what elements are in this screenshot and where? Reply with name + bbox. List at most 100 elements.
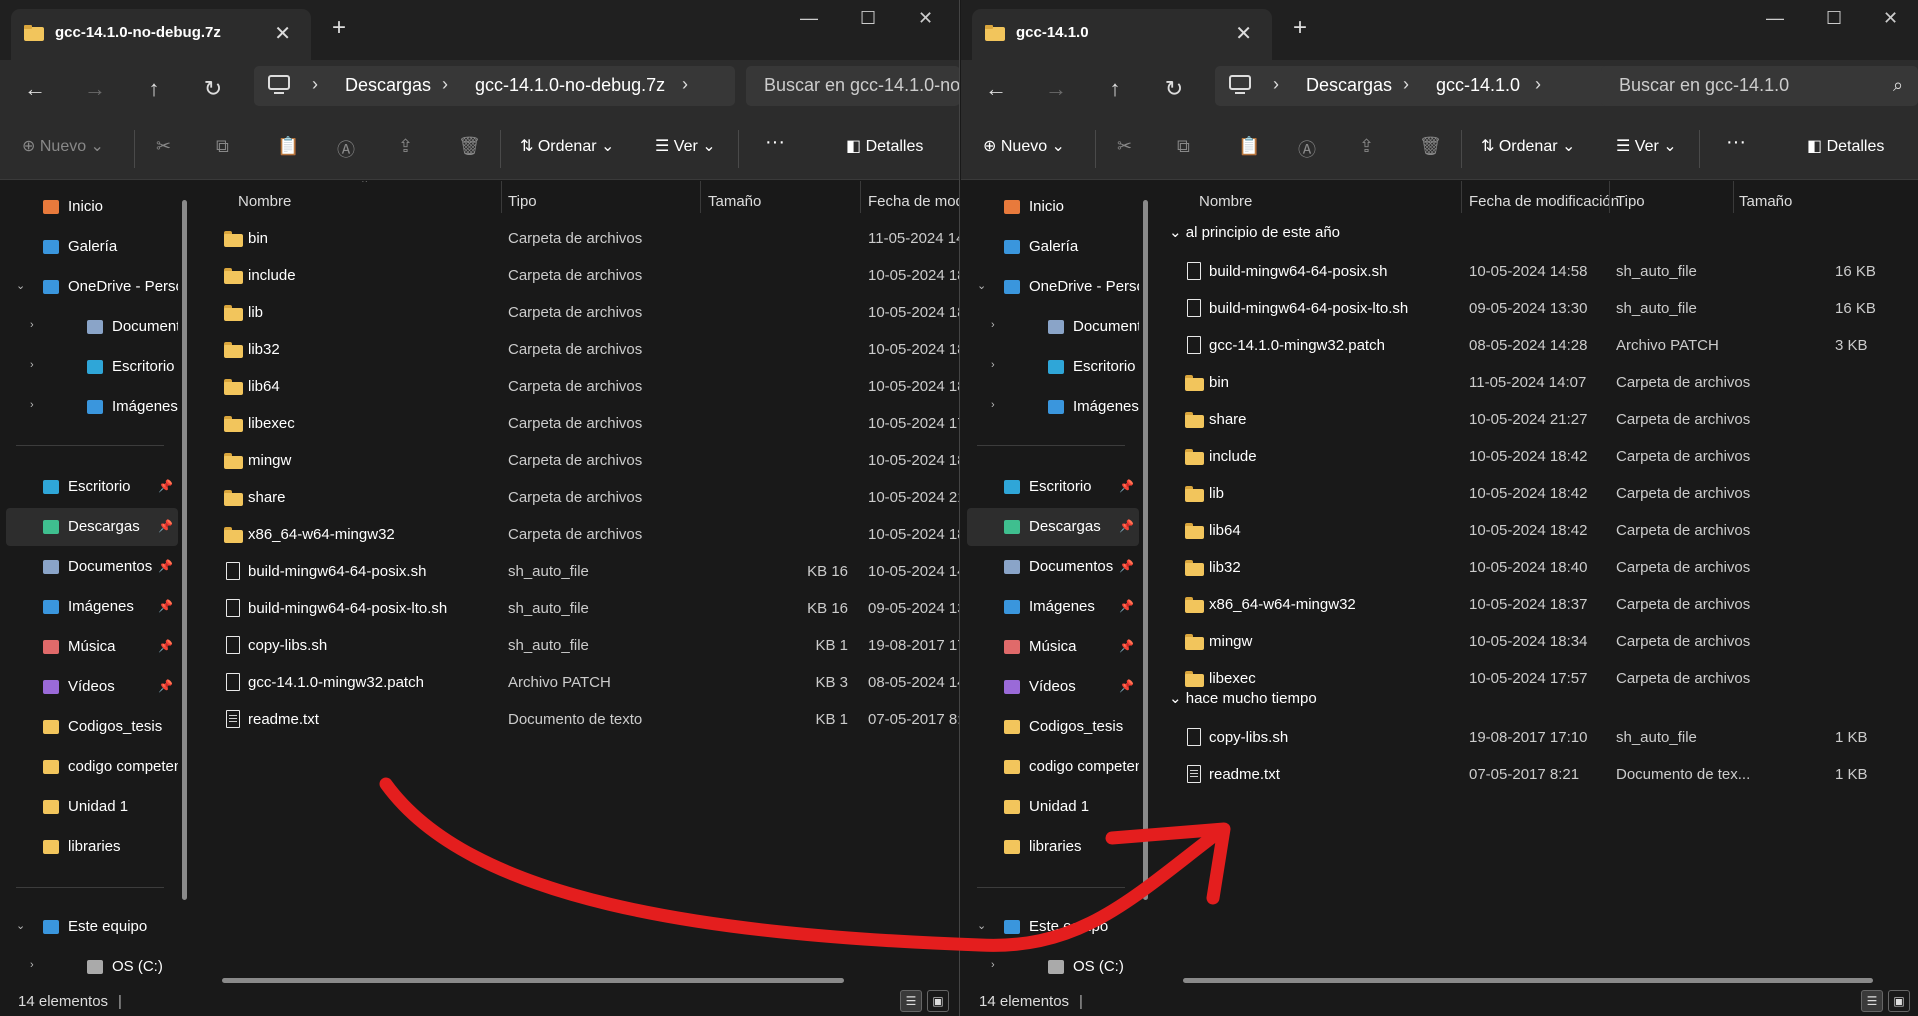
paste-icon[interactable]: 📋 bbox=[1238, 136, 1260, 157]
tab-active[interactable]: gcc-14.1.0 ✕ bbox=[972, 9, 1272, 60]
sidebar-item[interactable]: › OS (C:) bbox=[0, 948, 178, 986]
chevron-right-icon[interactable]: › bbox=[682, 74, 688, 95]
column-header-type[interactable]: Tipo bbox=[1616, 193, 1645, 210]
minimize-button[interactable]: — bbox=[1766, 8, 1784, 29]
sidebar-item[interactable]: codigo competencia bbox=[961, 748, 1139, 786]
table-row[interactable]: bin Carpeta de archivos 11-05-2024 14:07 bbox=[198, 221, 959, 257]
table-row[interactable]: bin 11-05-2024 14:07 Carpeta de archivos bbox=[1159, 365, 1918, 401]
chevron-right-icon[interactable]: › bbox=[991, 959, 995, 971]
table-row[interactable]: libexec Carpeta de archivos 10-05-2024 17:… bbox=[198, 406, 959, 442]
sidebar-item[interactable]: › Escritorio bbox=[0, 348, 178, 386]
sidebar-item[interactable]: Galería bbox=[0, 228, 178, 266]
cut-icon[interactable]: ✂ bbox=[1117, 136, 1132, 157]
sidebar-item[interactable]: › Imágenes bbox=[961, 388, 1139, 426]
maximize-button[interactable]: ☐ bbox=[860, 8, 876, 29]
sidebar-item[interactable]: Inicio bbox=[961, 188, 1139, 226]
table-row[interactable]: copy-libs.sh 19-08-2017 17:10 sh_auto_file… bbox=[1159, 720, 1918, 756]
breadcrumb-item[interactable]: Descargas bbox=[345, 75, 431, 96]
scrollbar-vertical[interactable] bbox=[1143, 200, 1148, 900]
search-input[interactable]: Buscar en gcc-14.1.0-no-debug.7z bbox=[746, 66, 959, 106]
close-tab-icon[interactable]: ✕ bbox=[274, 21, 291, 46]
minimize-button[interactable]: — bbox=[800, 8, 818, 29]
table-row[interactable]: include Carpeta de archivos 10-05-2024 18:… bbox=[198, 258, 959, 294]
close-tab-icon[interactable]: ✕ bbox=[1235, 21, 1252, 46]
group-header[interactable]: ⌄ al principio de este año bbox=[1169, 223, 1340, 241]
copy-icon[interactable]: ⧉ bbox=[216, 136, 229, 157]
table-row[interactable]: mingw Carpeta de archivos 10-05-2024 18:34 bbox=[198, 443, 959, 479]
sidebar-item[interactable]: Descargas 📌 bbox=[967, 508, 1139, 546]
table-row[interactable]: readme.txt 07-05-2017 8:21 Documento de te… bbox=[1159, 757, 1918, 793]
tiles-view-icon[interactable]: ▣ bbox=[1888, 990, 1910, 1012]
up-icon[interactable]: ↑ bbox=[1098, 72, 1132, 106]
sidebar-item[interactable]: Codigos_tesis bbox=[961, 708, 1139, 746]
table-row[interactable]: build-mingw64-64-posix.sh 10-05-2024 14:5… bbox=[1159, 254, 1918, 290]
sidebar-item[interactable]: Inicio bbox=[0, 188, 178, 226]
table-row[interactable]: build-mingw64-64-posix.sh sh_auto_file 16 … bbox=[198, 554, 959, 590]
sidebar-item[interactable]: Escritorio 📌 bbox=[961, 468, 1139, 506]
sidebar-item[interactable]: › Imágenes bbox=[0, 388, 178, 426]
column-header-name[interactable]: Nombre bbox=[238, 193, 291, 210]
chevron-right-icon[interactable]: › bbox=[991, 319, 995, 331]
sidebar-item[interactable]: Música 📌 bbox=[0, 628, 178, 666]
chevron-right-icon[interactable]: › bbox=[30, 399, 34, 411]
back-icon[interactable]: ← bbox=[979, 72, 1013, 106]
refresh-icon[interactable]: ↻ bbox=[196, 72, 230, 106]
column-header-size[interactable]: Tamaño bbox=[1739, 193, 1792, 210]
chevron-down-icon[interactable]: ⌄ bbox=[977, 279, 986, 292]
breadcrumb-item[interactable]: gcc-14.1.0 bbox=[1436, 75, 1520, 96]
refresh-icon[interactable]: ↻ bbox=[1157, 72, 1191, 106]
back-icon[interactable]: ← bbox=[18, 72, 52, 106]
sidebar-item[interactable]: Documentos 📌 bbox=[0, 548, 178, 586]
more-options-icon[interactable]: ··· bbox=[765, 131, 785, 154]
sidebar-item[interactable]: Unidad 1 bbox=[961, 788, 1139, 826]
forward-icon[interactable]: → bbox=[1039, 72, 1073, 106]
view-button[interactable]: ☰ Ver ⌄ bbox=[1616, 136, 1677, 156]
new-tab-button[interactable]: + bbox=[332, 14, 346, 42]
forward-icon[interactable]: → bbox=[78, 72, 112, 106]
table-row[interactable]: build-mingw64-64-posix-lto.sh sh_auto_fil… bbox=[198, 591, 959, 627]
delete-icon[interactable]: 🗑 bbox=[458, 136, 481, 157]
chevron-right-icon[interactable]: › bbox=[30, 959, 34, 971]
share-icon[interactable]: ⇪ bbox=[1359, 136, 1374, 157]
table-row[interactable]: libexec 10-05-2024 17:57 Carpeta de archiv… bbox=[1159, 661, 1918, 697]
table-row[interactable]: lib32 Carpeta de archivos 10-05-2024 18:40 bbox=[198, 332, 959, 368]
table-row[interactable]: readme.txt Documento de texto 1 KB 07-05-20… bbox=[198, 702, 959, 738]
details-button[interactable]: ◧ Detalles bbox=[846, 136, 923, 156]
sidebar-item[interactable]: Galería bbox=[961, 228, 1139, 266]
sidebar-item[interactable]: libraries bbox=[961, 828, 1139, 866]
search-input[interactable]: Buscar en gcc-14.1.0 ⌕ bbox=[1601, 66, 1918, 106]
chevron-down-icon[interactable]: ⌄ bbox=[16, 919, 25, 932]
details-button[interactable]: ◧ Detalles bbox=[1807, 136, 1884, 156]
new-button[interactable]: ⊕ Nuevo ⌄ bbox=[983, 136, 1065, 156]
close-window-button[interactable]: ✕ bbox=[918, 8, 933, 29]
sidebar-item[interactable]: Descargas 📌 bbox=[6, 508, 178, 546]
sidebar-item[interactable]: › Documentos bbox=[961, 308, 1139, 346]
copy-icon[interactable]: ⧉ bbox=[1177, 136, 1190, 157]
table-row[interactable]: lib32 10-05-2024 18:40 Carpeta de archivos bbox=[1159, 550, 1918, 586]
sidebar-item[interactable]: ⌄ Este equipo bbox=[0, 908, 178, 946]
sidebar-item[interactable]: Música 📌 bbox=[961, 628, 1139, 666]
table-row[interactable]: copy-libs.sh sh_auto_file 1 KB 19-08-2017 1… bbox=[198, 628, 959, 664]
chevron-right-icon[interactable]: › bbox=[1535, 74, 1541, 95]
column-header-date[interactable]: Fecha de modificación bbox=[1469, 193, 1619, 210]
up-icon[interactable]: ↑ bbox=[137, 72, 171, 106]
delete-icon[interactable]: 🗑 bbox=[1419, 136, 1442, 157]
share-icon[interactable]: ⇪ bbox=[398, 136, 413, 157]
new-tab-button[interactable]: + bbox=[1293, 14, 1307, 42]
column-header-size[interactable]: Tamaño bbox=[708, 193, 761, 210]
table-row[interactable]: include 10-05-2024 18:42 Carpeta de archiv… bbox=[1159, 439, 1918, 475]
chevron-down-icon[interactable]: ⌄ bbox=[977, 919, 986, 932]
tab-active[interactable]: gcc-14.1.0-no-debug.7z ✕ bbox=[11, 9, 311, 60]
sidebar-item[interactable]: Imágenes 📌 bbox=[0, 588, 178, 626]
table-row[interactable]: build-mingw64-64-posix-lto.sh 09-05-2024 … bbox=[1159, 291, 1918, 327]
details-view-icon[interactable]: ☰ bbox=[900, 990, 922, 1012]
table-row[interactable]: lib64 Carpeta de archivos 10-05-2024 18:42 bbox=[198, 369, 959, 405]
cut-icon[interactable]: ✂ bbox=[156, 136, 171, 157]
more-options-icon[interactable]: ··· bbox=[1726, 131, 1746, 154]
sidebar-item[interactable]: ⌄ OneDrive - Personal bbox=[0, 268, 178, 306]
view-button[interactable]: ☰ Ver ⌄ bbox=[655, 136, 716, 156]
sort-button[interactable]: ⇅ Ordenar ⌄ bbox=[1481, 136, 1575, 156]
table-row[interactable]: mingw 10-05-2024 18:34 Carpeta de archivos bbox=[1159, 624, 1918, 660]
table-row[interactable]: lib64 10-05-2024 18:42 Carpeta de archivos bbox=[1159, 513, 1918, 549]
chevron-right-icon[interactable]: › bbox=[30, 359, 34, 371]
